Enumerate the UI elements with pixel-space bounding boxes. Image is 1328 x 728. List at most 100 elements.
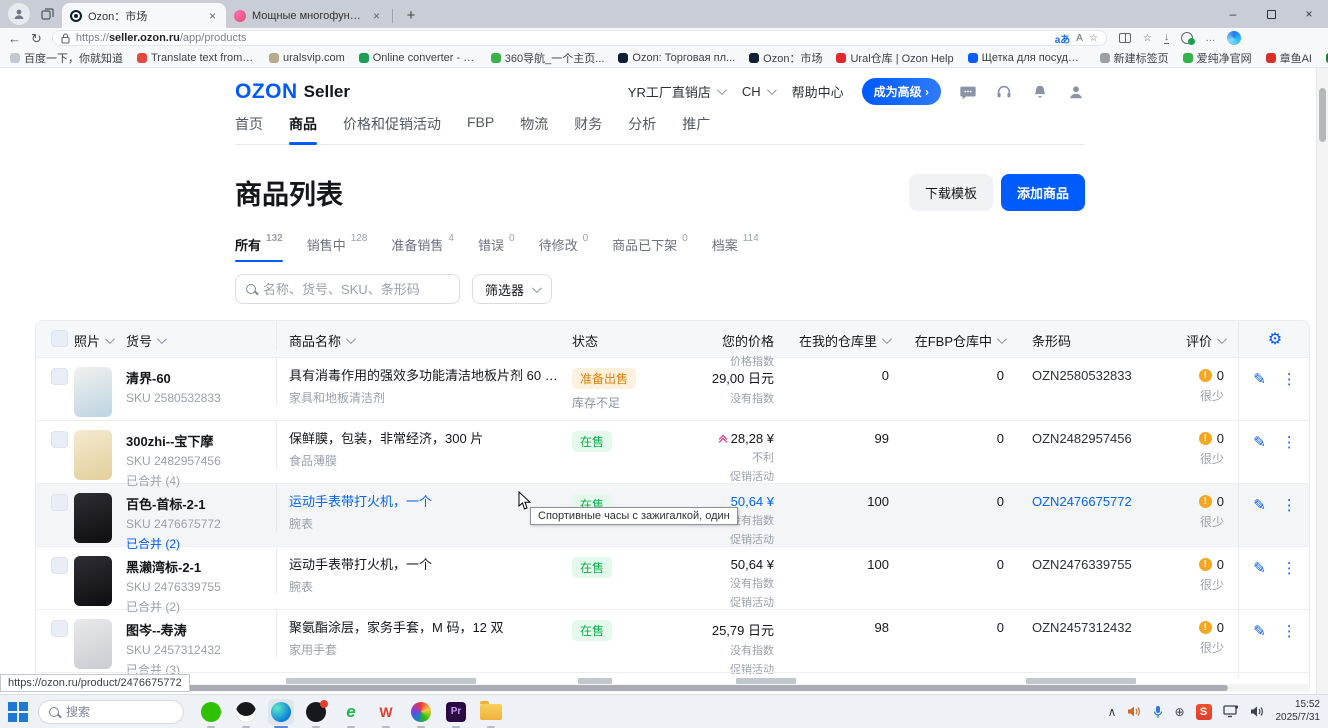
close-window-button[interactable]: × — [1290, 0, 1328, 28]
tab-close-icon[interactable]: × — [371, 9, 382, 23]
edit-pencil-icon[interactable]: ✎ — [1253, 622, 1266, 678]
taskbar-search[interactable]: 搜索 — [38, 700, 184, 724]
row-menu-dots-icon[interactable]: ⋮ — [1282, 622, 1297, 678]
bookmark-item[interactable]: Ozon: Торговая пл... — [618, 52, 735, 64]
search-input[interactable] — [263, 282, 449, 297]
chat-icon[interactable] — [959, 83, 977, 101]
product-article[interactable]: 黑濑湾标-2-1 — [126, 557, 270, 576]
favorite-star-icon[interactable]: ☆ — [1089, 33, 1098, 44]
start-button[interactable] — [8, 702, 28, 722]
add-product-button[interactable]: 添加商品 — [1001, 174, 1085, 211]
row-checkbox[interactable] — [51, 368, 68, 385]
product-article[interactable]: 图岑--寿涛 — [126, 620, 270, 639]
bookmark-item[interactable]: Щетка для посуды,... — [968, 52, 1086, 64]
product-article[interactable]: 百色-首标-2-1 — [126, 494, 270, 513]
col-warehouse-my[interactable]: 在我的仓库里 — [794, 331, 889, 350]
horizontal-scrollbar[interactable] — [0, 684, 1310, 692]
row-menu-dots-icon[interactable]: ⋮ — [1282, 559, 1297, 615]
select-all-checkbox[interactable] — [51, 330, 68, 347]
col-name[interactable]: 商品名称 — [289, 331, 560, 350]
edit-pencil-icon[interactable]: ✎ — [1253, 433, 1266, 489]
nav-item-4[interactable]: FBP — [467, 114, 494, 134]
product-article[interactable]: 300zhi--宝下摩 — [126, 431, 270, 450]
tray-expand-icon[interactable]: ∧ — [1108, 705, 1117, 719]
col-rating[interactable]: 评价 — [1149, 331, 1224, 350]
product-article[interactable]: 清界-60 — [126, 368, 270, 387]
new-tab-button[interactable]: + — [401, 5, 421, 25]
product-price[interactable]: 29,00 日元 — [704, 368, 774, 387]
row-menu-dots-icon[interactable]: ⋮ — [1282, 496, 1297, 552]
taskbar-wps-icon[interactable]: W — [373, 699, 399, 725]
taskbar-edge-icon[interactable] — [268, 699, 294, 725]
nav-item-5[interactable]: 物流 — [520, 114, 548, 134]
tab-close-icon[interactable]: × — [207, 9, 218, 23]
taskbar-ie-icon[interactable]: e — [338, 699, 364, 725]
split-screen-icon[interactable] — [1119, 33, 1131, 43]
store-selector[interactable]: YR工厂直销店 — [628, 82, 724, 101]
nav-item-6[interactable]: 财务 — [574, 114, 602, 134]
account-icon[interactable] — [1067, 83, 1085, 101]
headset-icon[interactable] — [995, 83, 1013, 101]
product-price[interactable]: 25,79 日元 — [704, 620, 774, 639]
collections-icon[interactable]: ☆ — [1143, 33, 1152, 44]
taskbar-clock[interactable]: 15:52 2025/7/31 — [1276, 699, 1321, 724]
vertical-scrollbar[interactable] — [1316, 68, 1328, 694]
browser-tab-ozon[interactable]: Ozon：市场 × — [62, 3, 226, 28]
row-checkbox[interactable] — [51, 494, 68, 511]
product-image[interactable] — [74, 367, 112, 417]
nav-item-2[interactable]: 商品 — [289, 114, 317, 134]
taskbar-music-icon[interactable] — [303, 699, 329, 725]
filter-tab-6[interactable]: 商品已下架0 — [612, 235, 688, 262]
taskbar-qq-icon[interactable] — [233, 699, 259, 725]
product-name-link[interactable]: 运动手表带打火机，一个 — [289, 557, 560, 573]
product-name-link[interactable]: 保鲜膜，包装，非常经济，300 片 — [289, 431, 560, 447]
back-button[interactable]: ← — [8, 32, 21, 45]
product-image[interactable] — [74, 430, 112, 480]
product-image[interactable] — [74, 556, 112, 606]
premium-badge-button[interactable]: 成为高级 › — [862, 78, 941, 105]
url-field[interactable]: https://seller.ozon.ru/app/products aあ A… — [52, 30, 1107, 46]
filter-tab-2[interactable]: 销售中128 — [307, 235, 368, 262]
tray-monitor-icon[interactable] — [1223, 705, 1239, 718]
extension-icon[interactable] — [1181, 32, 1193, 44]
tab-groups-icon[interactable] — [36, 3, 58, 25]
download-template-button[interactable]: 下载模板 — [909, 174, 993, 211]
bookmark-item[interactable]: Ozon：市场 — [749, 50, 822, 66]
filter-tab-3[interactable]: 准备销售4 — [391, 235, 454, 262]
row-menu-dots-icon[interactable]: ⋮ — [1282, 370, 1297, 420]
browser-profile-icon[interactable] — [8, 3, 30, 25]
read-aloud-icon[interactable]: A — [1076, 33, 1083, 44]
bookmark-item[interactable]: 百度一下，你就知道 — [10, 50, 123, 66]
filter-tab-1[interactable]: 所有132 — [235, 235, 283, 262]
nav-item-8[interactable]: 推广 — [682, 114, 710, 134]
edit-pencil-icon[interactable]: ✎ — [1253, 496, 1266, 552]
filters-button[interactable]: 筛选器 — [472, 274, 552, 304]
product-price[interactable]: 50,64 ¥ — [704, 557, 774, 572]
product-image[interactable] — [74, 619, 112, 669]
minimize-button[interactable]: – — [1214, 0, 1252, 28]
col-warehouse-fbp[interactable]: 在FBP仓库中 — [909, 331, 1004, 350]
language-selector[interactable]: CH — [742, 84, 774, 99]
filter-tab-7[interactable]: 档案114 — [712, 235, 759, 262]
product-image[interactable] — [74, 493, 112, 543]
search-box[interactable] — [235, 274, 460, 304]
taskbar-browser360-icon[interactable] — [408, 699, 434, 725]
edit-pencil-icon[interactable]: ✎ — [1253, 559, 1266, 615]
nav-item-3[interactable]: 价格和促销活动 — [343, 114, 441, 134]
bookmark-item[interactable]: Ural仓库 | Ozon Help — [836, 50, 953, 66]
taskbar-wechat-icon[interactable] — [198, 699, 224, 725]
help-center-link[interactable]: 帮助中心 — [792, 82, 844, 101]
row-checkbox[interactable] — [51, 431, 68, 448]
taskbar-explorer-icon[interactable] — [478, 699, 504, 725]
nav-item-1[interactable]: 首页 — [235, 114, 263, 134]
col-photo[interactable]: 照片 — [74, 331, 114, 350]
product-price[interactable]: 28,28 ¥ — [704, 431, 774, 446]
browser-tab-secondary[interactable]: Мощные многофункциональнь × — [226, 3, 390, 28]
filter-tab-5[interactable]: 待修改0 — [539, 235, 589, 262]
col-article[interactable]: 货号 — [126, 331, 270, 350]
translate-icon[interactable]: aあ — [1055, 31, 1071, 46]
nav-item-7[interactable]: 分析 — [628, 114, 656, 134]
tray-microphone-icon[interactable] — [1153, 705, 1163, 719]
tray-sogou-icon[interactable]: S — [1196, 704, 1212, 720]
ozon-logo[interactable]: OZON — [235, 80, 298, 104]
